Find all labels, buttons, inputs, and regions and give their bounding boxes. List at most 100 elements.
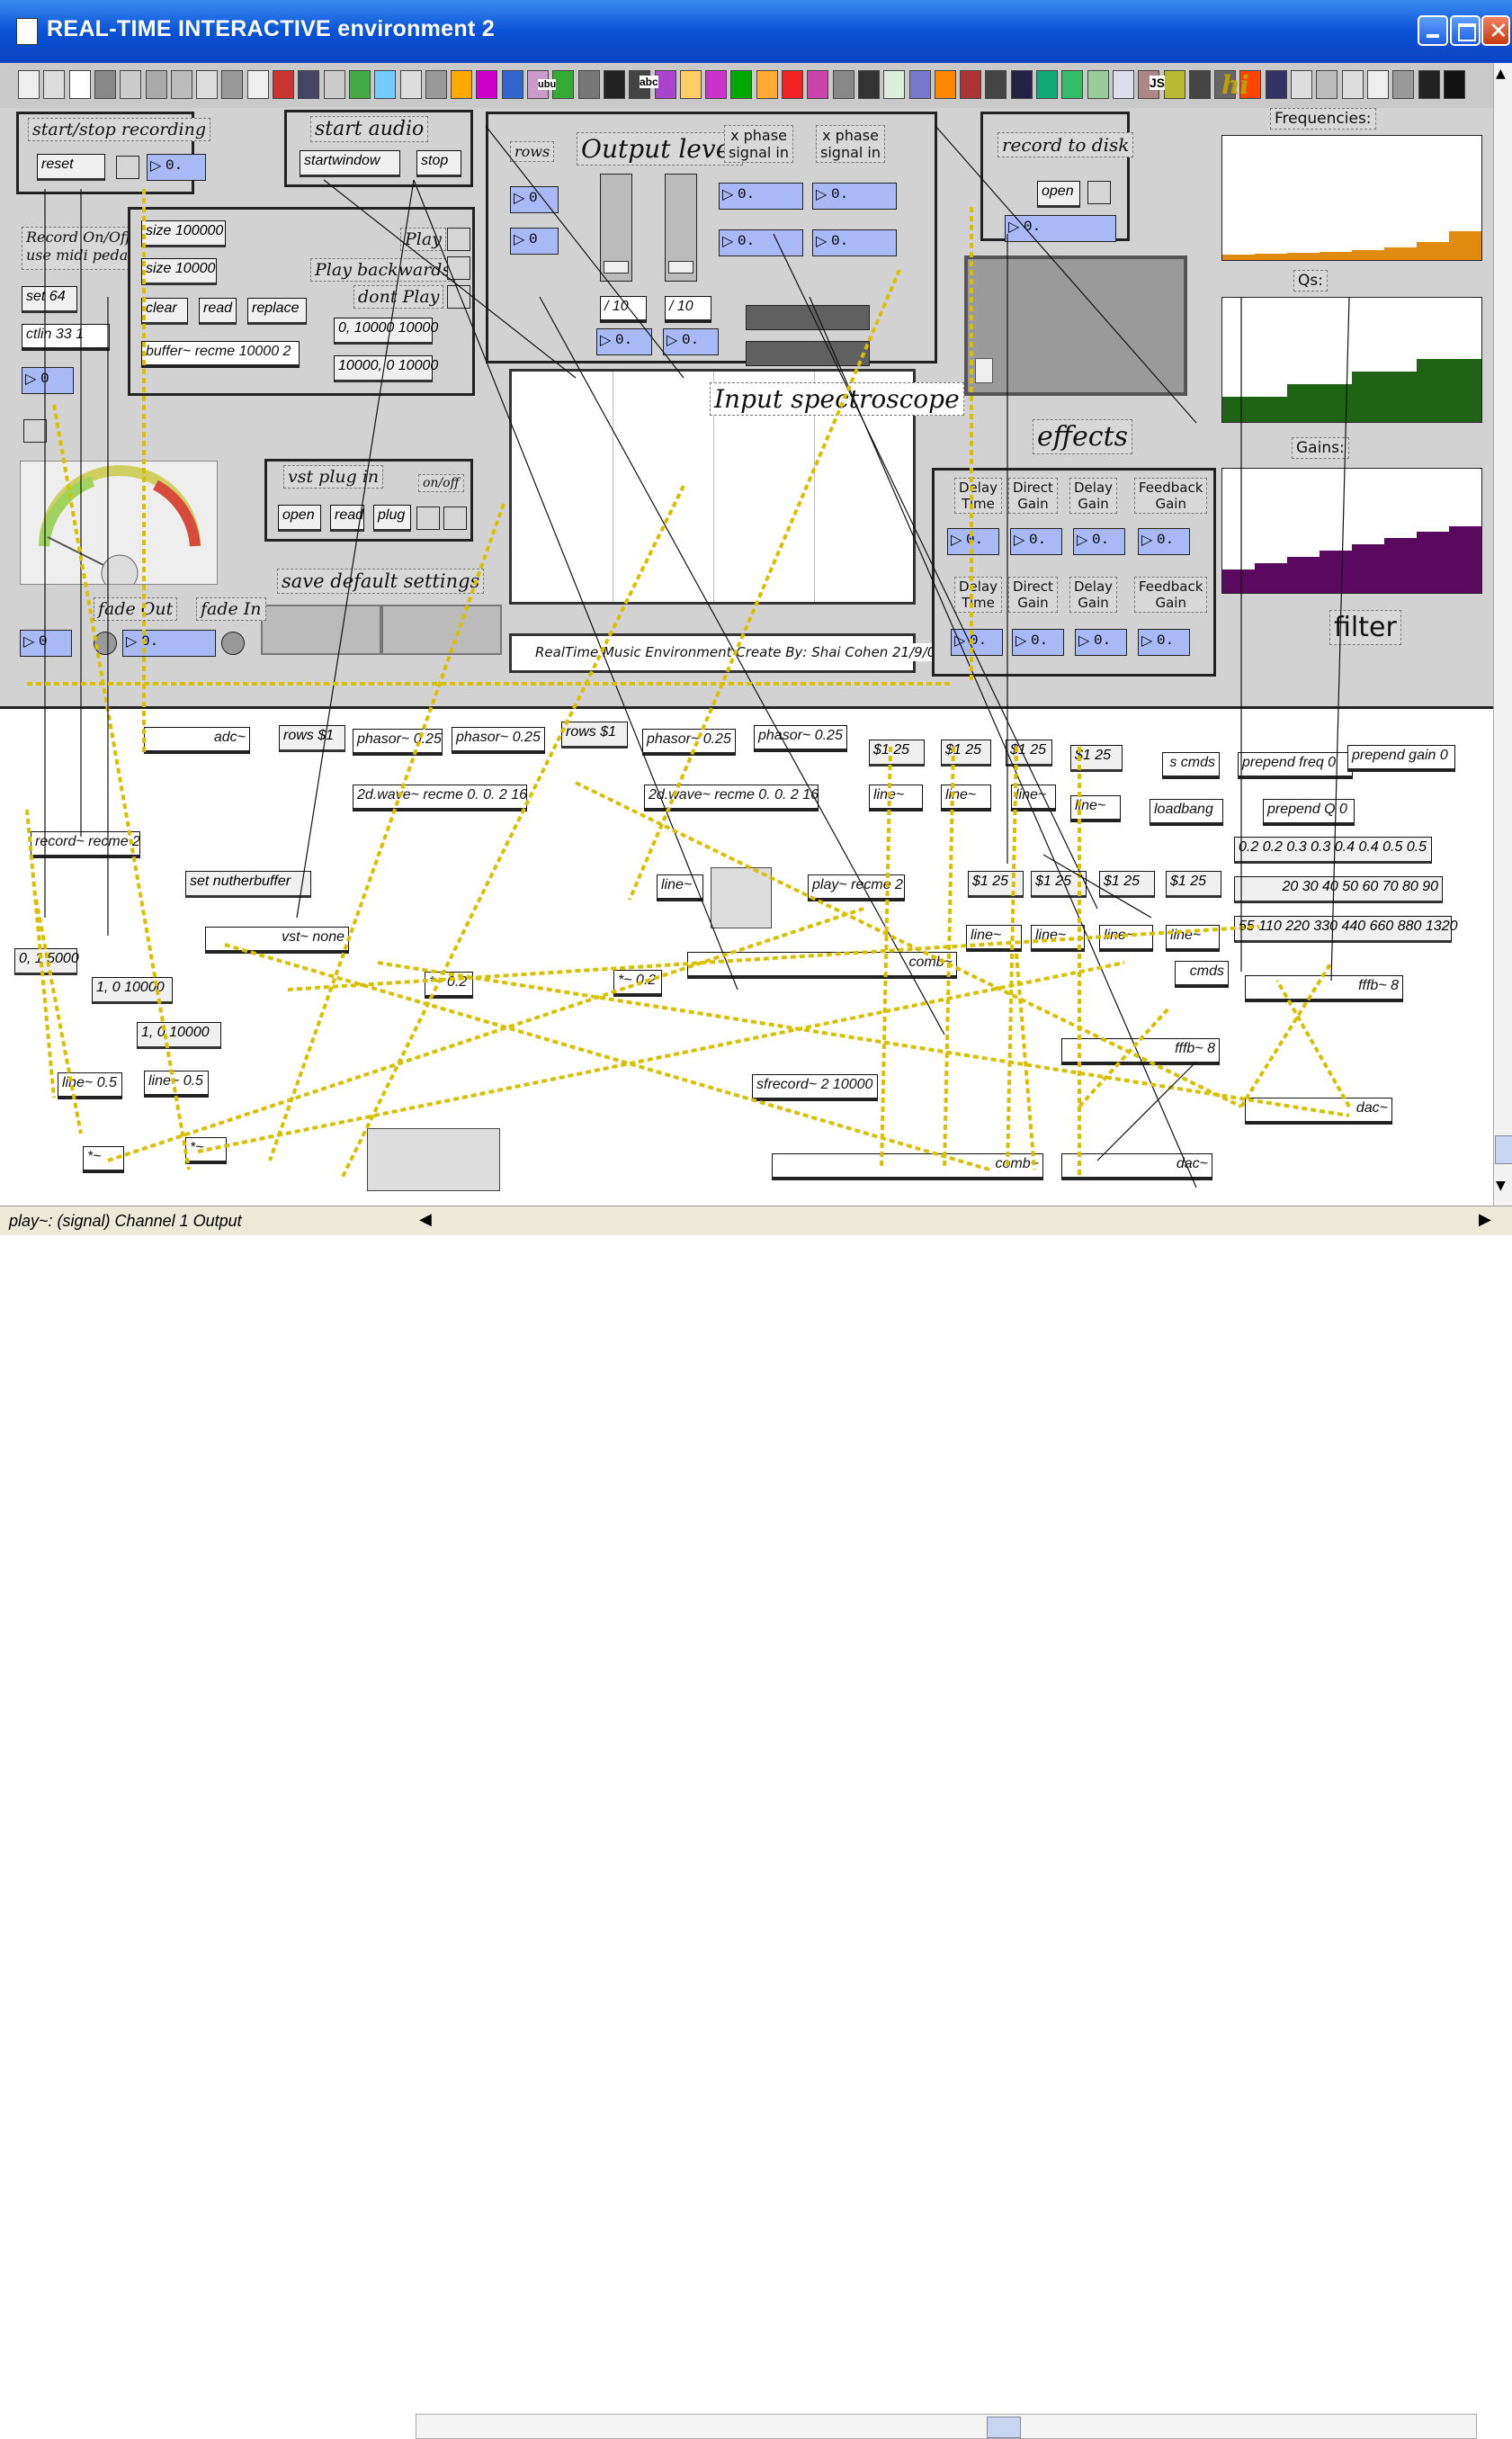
palette-tool-38[interactable] (960, 70, 982, 99)
line-obj-g[interactable]: line~ (1099, 925, 1153, 952)
palette-tool-4[interactable] (94, 70, 116, 99)
record-toggle[interactable] (116, 156, 139, 179)
size-10000-message[interactable]: size 10000 (141, 258, 217, 285)
palette-tool-15[interactable] (374, 70, 397, 99)
record-disk-toggle[interactable] (1087, 181, 1111, 204)
matrix-switch-2[interactable] (367, 1128, 500, 1191)
line-object-2[interactable]: line~ 0.5 (144, 1071, 209, 1098)
close-button[interactable]: ✕ (1481, 15, 1510, 46)
play-toggle[interactable] (447, 228, 470, 251)
fade-number-left[interactable]: 0 (20, 630, 72, 657)
qs-multislider[interactable] (1221, 297, 1482, 423)
freq-list-message[interactable]: 55 110 220 330 440 660 880 1320 (1234, 916, 1458, 943)
multiply-object-2[interactable]: *~ (185, 1137, 227, 1164)
palette-tool-1[interactable] (18, 70, 40, 99)
palette-tool-2[interactable] (43, 70, 66, 99)
vertical-scroll-thumb[interactable] (1495, 1135, 1512, 1164)
slider-knob[interactable] (604, 261, 629, 273)
divide-object-1[interactable]: / 10 (600, 296, 647, 323)
scroll-right-icon[interactable]: ▶ (1479, 1210, 1491, 1229)
matrix-switch-1[interactable] (711, 867, 772, 928)
rows-number-2[interactable]: 0 (510, 228, 559, 255)
line-obj-d[interactable]: line~ (1070, 795, 1121, 822)
maximize-button[interactable] (1450, 15, 1481, 46)
output-level-slider-2[interactable] (665, 174, 697, 282)
output-number-2[interactable]: 0. (663, 328, 719, 355)
prepend-q-object[interactable]: prepend Q 0 (1263, 799, 1355, 826)
fffb-object-2[interactable]: fffb~ 8 (1061, 1038, 1220, 1065)
palette-tool-10[interactable] (246, 70, 269, 99)
ramp-10000-message-1[interactable]: 1, 0 10000 (92, 977, 173, 1004)
vst-toggle-2[interactable] (443, 507, 467, 530)
replace-message[interactable]: replace (247, 298, 307, 325)
receive-cmds-object[interactable]: cmds (1175, 961, 1229, 988)
palette-tool-53[interactable] (1341, 70, 1364, 99)
divide-object-2[interactable]: / 10 (665, 296, 711, 323)
buffer-object[interactable]: buffer~ recme 10000 2 (141, 341, 300, 368)
palette-tool-29[interactable] (730, 70, 753, 99)
multiply-object-1[interactable]: *~ (83, 1146, 124, 1173)
palette-tool-54[interactable] (1366, 70, 1389, 99)
palette-tool-14[interactable] (348, 70, 371, 99)
play-object[interactable]: play~ recme 2 (808, 874, 905, 901)
ramp-10000-message-2[interactable]: 1, 0 10000 (137, 1022, 221, 1049)
palette-tool-35[interactable] (883, 70, 906, 99)
palette-tool-11[interactable] (273, 70, 294, 99)
ramp-msg-1[interactable]: $1 25 (869, 740, 925, 767)
dac-object-1[interactable]: dac~ (1245, 1098, 1392, 1125)
phasor-object-3[interactable]: phasor~ 0.25 (642, 729, 736, 756)
palette-tool-47[interactable] (1188, 70, 1211, 99)
horizontal-scrollbar[interactable] (416, 2414, 1477, 2439)
xphase-number-a[interactable]: 0. (719, 183, 803, 210)
fffb-object-1[interactable]: fffb~ 8 (1245, 975, 1403, 1002)
frequencies-multislider[interactable] (1221, 135, 1482, 261)
output-level-slider-1[interactable] (600, 174, 632, 282)
midi-toggle[interactable] (23, 419, 47, 443)
palette-tool-31[interactable] (782, 70, 803, 99)
direct-gain-number-2[interactable]: 0. (1012, 629, 1064, 656)
wave-object-2[interactable]: 2d.wave~ recme 0. 0. 2 16 (644, 785, 819, 812)
palette-tool-16[interactable] (399, 70, 422, 99)
palette-tool-41[interactable] (1036, 70, 1058, 99)
minimize-button[interactable] (1418, 15, 1448, 46)
fade-out-button[interactable] (94, 632, 117, 655)
palette-tool-5[interactable] (120, 70, 142, 99)
line-obj-h[interactable]: line~ (1166, 925, 1220, 952)
clear-message[interactable]: clear (141, 298, 188, 325)
palette-tool-13[interactable] (323, 70, 345, 99)
line-object-1[interactable]: line~ 0.5 (58, 1072, 122, 1099)
lcd-display[interactable] (964, 256, 1187, 396)
ramp-msg-6[interactable]: $1 25 (1031, 871, 1087, 898)
palette-tool-30[interactable] (756, 70, 778, 99)
ramp-msg-4[interactable]: $1 25 (1070, 745, 1123, 772)
delay-time-number-2[interactable]: 0. (951, 629, 1003, 656)
palette-tool-23[interactable] (577, 70, 600, 99)
scroll-down-icon[interactable]: ▼ (1496, 1179, 1506, 1193)
palette-tool-19[interactable] (476, 70, 498, 99)
palette-tool-6[interactable] (145, 70, 167, 99)
palette-tool-20[interactable] (501, 70, 523, 99)
palette-tool-40[interactable] (1010, 70, 1033, 99)
size-100000-message[interactable]: size 100000 (141, 220, 226, 247)
palette-tool-32[interactable] (807, 70, 829, 99)
palette-tool-18[interactable] (451, 70, 473, 99)
line-obj-e[interactable]: line~ (966, 925, 1022, 952)
multiply-02-object-2[interactable]: *~ 0.2 (613, 970, 662, 997)
loadbang-object[interactable]: loadbang (1150, 799, 1223, 826)
title-bar[interactable]: REAL-TIME INTERACTIVE environment 2 ✕ (0, 0, 1512, 63)
ctlin-object[interactable]: ctlin 33 1 (22, 324, 110, 351)
fade-in-button[interactable] (221, 632, 245, 655)
vst-object[interactable]: vst~ none (205, 927, 349, 954)
horizontal-scroll-thumb[interactable] (987, 2417, 1021, 2438)
play-backwards-toggle[interactable] (447, 256, 470, 280)
scroll-left-icon[interactable]: ◀ (419, 1210, 432, 1229)
record-number[interactable]: 0. (147, 154, 206, 181)
line-obj-c[interactable]: line~ (1011, 785, 1056, 812)
gains-list-message[interactable]: 20 30 40 50 60 70 80 90 (1234, 876, 1443, 903)
stop-audio-button[interactable]: stop (416, 150, 461, 177)
read-message[interactable]: read (199, 298, 237, 325)
reset-button[interactable]: reset (37, 154, 105, 181)
palette-tool-33[interactable] (832, 70, 854, 99)
palette-tool-24[interactable] (603, 70, 625, 99)
ramp-5000-message[interactable]: 0, 1 5000 (14, 948, 79, 975)
